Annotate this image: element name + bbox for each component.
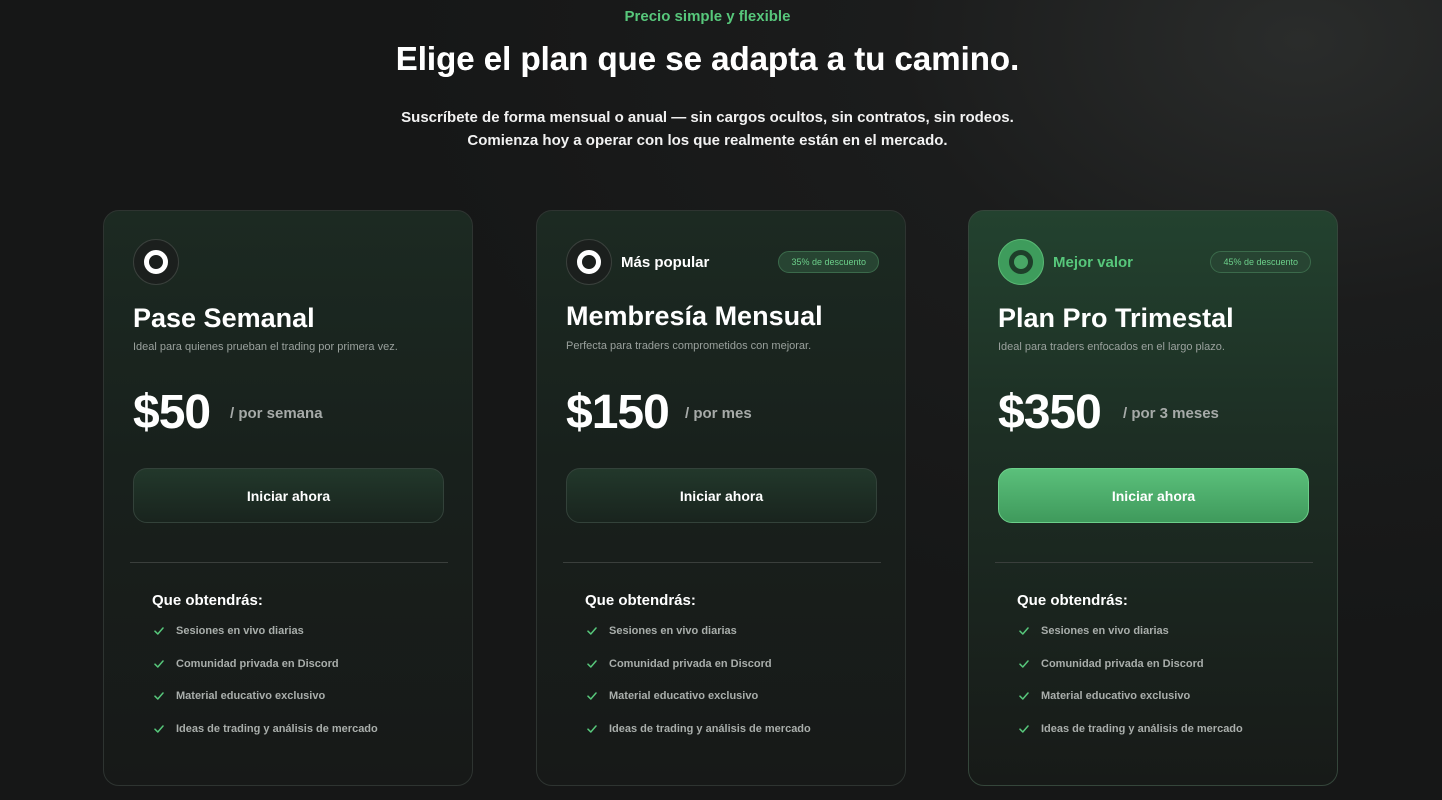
features-list: Sesiones en vivo diarias Comunidad priva…: [587, 625, 811, 755]
plan-period: / por semana: [230, 405, 323, 422]
feature-item: Sesiones en vivo diarias: [154, 625, 378, 658]
check-icon: [154, 626, 164, 636]
subtitle-line-1: Suscríbete de forma mensual o anual — si…: [401, 109, 1014, 126]
features-list: Sesiones en vivo diarias Comunidad priva…: [1019, 625, 1243, 755]
plan-card-weekly: Pase Semanal Ideal para quienes prueban …: [103, 210, 473, 786]
plan-period: / por 3 meses: [1123, 405, 1219, 422]
check-icon: [587, 626, 597, 636]
best-value-tag: Mejor valor: [1053, 254, 1134, 271]
features-title: Que obtendrás:: [585, 592, 696, 609]
check-icon: [154, 724, 164, 734]
divider: [563, 562, 881, 563]
divider: [130, 562, 448, 563]
plan-name: Plan Pro Trimestal: [998, 303, 1234, 333]
feature-item: Ideas de trading y análisis de mercado: [587, 723, 811, 756]
feature-label: Ideas de trading y análisis de mercado: [176, 722, 378, 735]
plan-description: Perfecta para traders comprometidos con …: [566, 340, 812, 352]
feature-item: Ideas de trading y análisis de mercado: [154, 723, 378, 756]
plan-card-monthly: Más popular 35% de descuento Membresía M…: [536, 210, 906, 786]
check-icon: [587, 691, 597, 701]
plan-description: Ideal para traders enfocados en el largo…: [998, 341, 1225, 353]
popular-tag: Más popular: [621, 254, 710, 271]
start-now-button[interactable]: Iniciar ahora: [998, 468, 1309, 523]
feature-item: Sesiones en vivo diarias: [1019, 625, 1243, 658]
check-icon: [1019, 626, 1029, 636]
plan-description: Ideal para quienes prueban el trading po…: [133, 341, 398, 353]
feature-item: Sesiones en vivo diarias: [587, 625, 811, 658]
eyebrow-label: Precio simple y flexible: [624, 8, 791, 25]
feature-item: Comunidad privada en Discord: [1019, 658, 1243, 691]
ring-icon: [566, 239, 612, 285]
check-icon: [1019, 691, 1029, 701]
start-now-button[interactable]: Iniciar ahora: [566, 468, 877, 523]
plan-name: Membresía Mensual: [566, 301, 823, 331]
feature-label: Comunidad privada en Discord: [176, 657, 339, 670]
discount-badge: 35% de descuento: [778, 251, 879, 273]
feature-item: Ideas de trading y análisis de mercado: [1019, 723, 1243, 756]
check-icon: [1019, 659, 1029, 669]
divider: [995, 562, 1313, 563]
feature-label: Ideas de trading y análisis de mercado: [609, 722, 811, 735]
plan-period: / por mes: [685, 405, 752, 422]
check-icon: [154, 691, 164, 701]
feature-item: Comunidad privada en Discord: [587, 658, 811, 691]
feature-item: Material educativo exclusivo: [1019, 690, 1243, 723]
feature-label: Sesiones en vivo diarias: [176, 625, 304, 637]
plan-price: $150: [566, 386, 670, 439]
feature-label: Sesiones en vivo diarias: [609, 625, 737, 637]
feature-item: Comunidad privada en Discord: [154, 658, 378, 691]
subtitle-line-2: Comienza hoy a operar con los que realme…: [467, 132, 948, 149]
feature-label: Sesiones en vivo diarias: [1041, 625, 1169, 637]
feature-label: Ideas de trading y análisis de mercado: [1041, 722, 1243, 735]
feature-item: Material educativo exclusivo: [587, 690, 811, 723]
check-icon: [587, 724, 597, 734]
pricing-section: Precio simple y flexible Elige el plan q…: [0, 0, 1442, 800]
check-icon: [154, 659, 164, 669]
discount-badge: 45% de descuento: [1210, 251, 1311, 273]
feature-label: Comunidad privada en Discord: [1041, 657, 1204, 670]
start-now-button[interactable]: Iniciar ahora: [133, 468, 444, 523]
features-title: Que obtendrás:: [1017, 592, 1128, 609]
check-icon: [587, 659, 597, 669]
features-title: Que obtendrás:: [152, 592, 263, 609]
page-title: Elige el plan que se adapta a tu camino.: [0, 40, 1415, 78]
features-list: Sesiones en vivo diarias Comunidad priva…: [154, 625, 378, 755]
feature-label: Material educativo exclusivo: [176, 690, 326, 702]
plan-name: Pase Semanal: [133, 303, 315, 333]
ring-icon: [133, 239, 179, 285]
feature-label: Comunidad privada en Discord: [609, 657, 772, 670]
check-icon: [1019, 724, 1029, 734]
plan-price: $50: [133, 386, 211, 439]
plan-card-quarterly: Mejor valor 45% de descuento Plan Pro Tr…: [968, 210, 1338, 786]
feature-item: Material educativo exclusivo: [154, 690, 378, 723]
feature-label: Material educativo exclusivo: [609, 690, 759, 702]
plan-price: $350: [998, 386, 1102, 439]
feature-label: Material educativo exclusivo: [1041, 690, 1191, 702]
ring-icon: [998, 239, 1044, 285]
